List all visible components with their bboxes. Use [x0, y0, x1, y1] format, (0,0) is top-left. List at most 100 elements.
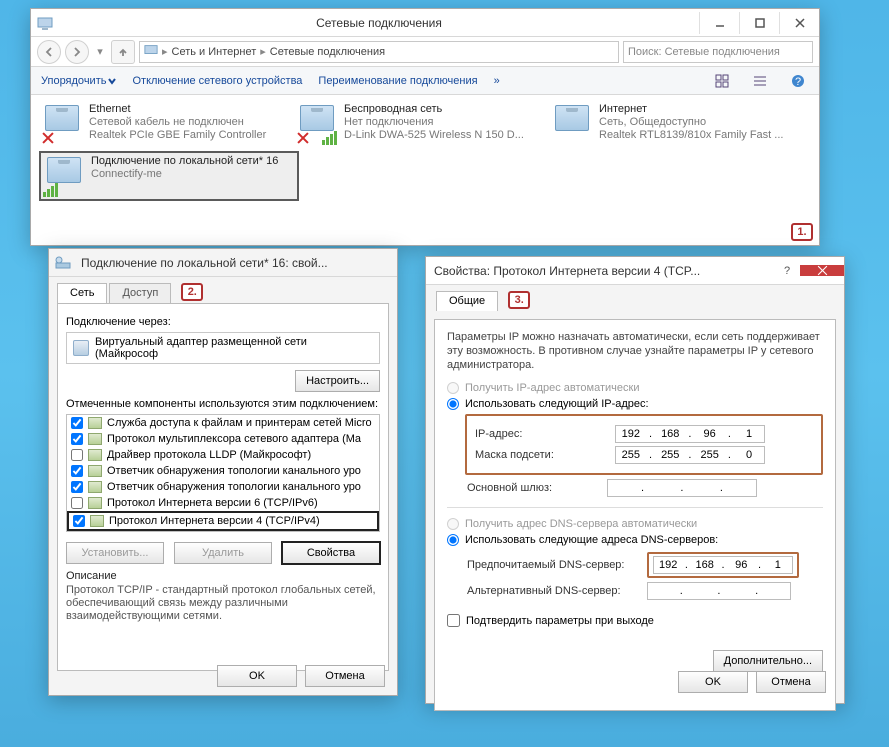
adapter-icon	[73, 340, 89, 356]
cancel-button[interactable]: Отмена	[756, 671, 826, 693]
disconnected-icon	[296, 131, 310, 145]
properties-button[interactable]: Свойства	[282, 542, 380, 564]
connection-status: Сеть, Общедоступно	[599, 116, 792, 129]
components-listbox[interactable]: Служба доступа к файлам и принтерам сете…	[66, 414, 380, 532]
ip-fields-group: IP-адрес: 192. 168. 96. 1 Маска подсети:…	[465, 414, 823, 475]
configure-button[interactable]: Настроить...	[295, 370, 380, 392]
connection-item-lan16[interactable]: Подключение по локальной сети* 16 Connec…	[39, 151, 299, 201]
radio-input[interactable]	[447, 382, 459, 394]
search-placeholder: Поиск: Сетевые подключения	[628, 46, 780, 58]
connection-item-ethernet[interactable]: Ethernet Сетевой кабель не подключен Rea…	[39, 101, 284, 147]
minimize-button[interactable]	[699, 12, 739, 34]
component-label: Драйвер протокола LLDP (Майкрософт)	[107, 449, 311, 461]
component-item[interactable]: Протокол Интернета версии 4 (TCP/IPv4)	[67, 511, 379, 531]
ip-address-input[interactable]: 192. 168. 96. 1	[615, 425, 765, 443]
component-checkbox[interactable]	[71, 497, 83, 509]
radio-use-dns[interactable]: Использовать следующие адреса DNS-сервер…	[447, 534, 823, 546]
radio-input[interactable]	[447, 518, 459, 530]
titlebar: Подключение по локальной сети* 16: свой.…	[49, 249, 397, 277]
tab-general[interactable]: Общие	[436, 291, 498, 311]
component-item[interactable]: Протокол мультиплексора сетевого адаптер…	[67, 431, 379, 447]
description-text: Протокол TCP/IP - стандартный протокол г…	[66, 584, 380, 623]
component-checkbox[interactable]	[71, 481, 83, 493]
pref-dns-input[interactable]: 192. 168. 96. 1	[653, 556, 793, 574]
connection-adapter: Realtek RTL8139/810x Family Fast ...	[599, 129, 792, 142]
component-item[interactable]: Драйвер протокола LLDP (Майкрософт)	[67, 447, 379, 463]
component-item[interactable]: Протокол Интернета версии 6 (TCP/IPv6)	[67, 495, 379, 511]
component-checkbox[interactable]	[71, 417, 83, 429]
back-button[interactable]	[37, 40, 61, 64]
view-list-button[interactable]	[749, 70, 771, 92]
component-checkbox[interactable]	[71, 465, 83, 477]
tab-network[interactable]: Сеть	[57, 283, 107, 303]
location-icon	[144, 43, 158, 60]
subnet-mask-input[interactable]: 255. 255. 255. 0	[615, 446, 765, 464]
up-button[interactable]	[111, 40, 135, 64]
connection-item-internet[interactable]: Интернет Сеть, Общедоступно Realtek RTL8…	[549, 101, 794, 147]
view-icons-button[interactable]	[711, 70, 733, 92]
breadcrumb-seg[interactable]: Сетевые подключения	[270, 46, 385, 58]
component-checkbox[interactable]	[71, 433, 83, 445]
radio-input[interactable]	[447, 534, 459, 546]
protocol-icon	[88, 481, 102, 493]
confirm-on-exit-checkbox[interactable]: Подтвердить параметры при выходе	[447, 614, 823, 627]
more-tools[interactable]: »	[494, 75, 500, 87]
close-button[interactable]	[779, 12, 819, 34]
dialog-title: Подключение по локальной сети* 16: свой.…	[77, 256, 397, 270]
connection-adapter: Connectify-me	[91, 168, 295, 181]
connection-status: Нет подключения	[344, 116, 537, 129]
component-item[interactable]: Ответчик обнаружения топологии канальног…	[67, 463, 379, 479]
pref-dns-label: Предпочитаемый DNS-сервер:	[467, 559, 647, 571]
component-item[interactable]: Ответчик обнаружения топологии канальног…	[67, 479, 379, 495]
radio-input[interactable]	[447, 398, 459, 410]
adapter-icon	[55, 255, 71, 271]
ipv4-properties-dialog: Свойства: Протокол Интернета версии 4 (T…	[425, 256, 845, 704]
ok-button[interactable]: OK	[678, 671, 748, 693]
gateway-input[interactable]: . . .	[607, 479, 757, 497]
help-button[interactable]: ?	[787, 70, 809, 92]
connection-item-wireless[interactable]: Беспроводная сеть Нет подключения D-Link…	[294, 101, 539, 147]
breadcrumb-seg[interactable]: Сеть и Интернет	[172, 46, 257, 58]
help-button[interactable]: ?	[774, 265, 800, 277]
connection-properties-dialog: Подключение по локальной сети* 16: свой.…	[48, 248, 398, 696]
rename-connection[interactable]: Переименование подключения	[318, 75, 477, 87]
window-title: Сетевые подключения	[59, 16, 699, 30]
address-bar[interactable]: ▸ Сеть и Интернет ▸ Сетевые подключения	[139, 41, 619, 63]
component-item[interactable]: Служба доступа к файлам и принтерам сете…	[67, 415, 379, 431]
component-checkbox[interactable]	[71, 449, 83, 461]
remove-button[interactable]: Удалить	[174, 542, 272, 564]
titlebar: Сетевые подключения	[31, 9, 819, 37]
forward-button[interactable]	[65, 40, 89, 64]
radio-auto-dns[interactable]: Получить адрес DNS-сервера автоматически	[447, 518, 823, 530]
close-button[interactable]	[800, 265, 844, 276]
protocol-icon	[90, 515, 104, 527]
component-checkbox[interactable]	[73, 515, 85, 527]
checkbox-input[interactable]	[447, 614, 460, 627]
tabs: Сеть Доступ 2.	[57, 283, 389, 303]
mask-label: Маска подсети:	[475, 449, 615, 461]
protocol-icon	[88, 497, 102, 509]
component-label: Протокол Интернета версии 6 (TCP/IPv6)	[107, 497, 318, 509]
disconnect-device[interactable]: Отключение сетевого устройства	[132, 75, 302, 87]
svg-text:?: ?	[795, 76, 801, 88]
cancel-button[interactable]: Отмена	[305, 665, 385, 687]
callout-3: 3.	[508, 291, 530, 309]
ok-button[interactable]: OK	[217, 665, 297, 687]
radio-use-ip[interactable]: Использовать следующий IP-адрес:	[447, 398, 823, 410]
history-dropdown[interactable]: ▾	[93, 45, 107, 58]
tab-access[interactable]: Доступ	[109, 283, 171, 303]
search-input[interactable]: Поиск: Сетевые подключения	[623, 41, 813, 63]
connection-adapter: Realtek PCIe GBE Family Controller	[89, 129, 282, 142]
connections-pane: Ethernet Сетевой кабель не подключен Rea…	[31, 95, 819, 207]
advanced-button[interactable]: Дополнительно...	[713, 650, 823, 672]
organize-menu[interactable]: Упорядочить	[41, 75, 116, 87]
network-connections-window: Сетевые подключения ▾ ▸ Сеть и Интернет …	[30, 8, 820, 246]
description-label: Описание	[66, 570, 380, 582]
component-label: Протокол мультиплексора сетевого адаптер…	[107, 433, 361, 445]
wifi-adapter-icon	[43, 155, 85, 197]
component-label: Протокол Интернета версии 4 (TCP/IPv4)	[109, 515, 320, 527]
radio-auto-ip[interactable]: Получить IP-адрес автоматически	[447, 382, 823, 394]
install-button[interactable]: Установить...	[66, 542, 164, 564]
alt-dns-input[interactable]: . . .	[647, 582, 791, 600]
maximize-button[interactable]	[739, 12, 779, 34]
